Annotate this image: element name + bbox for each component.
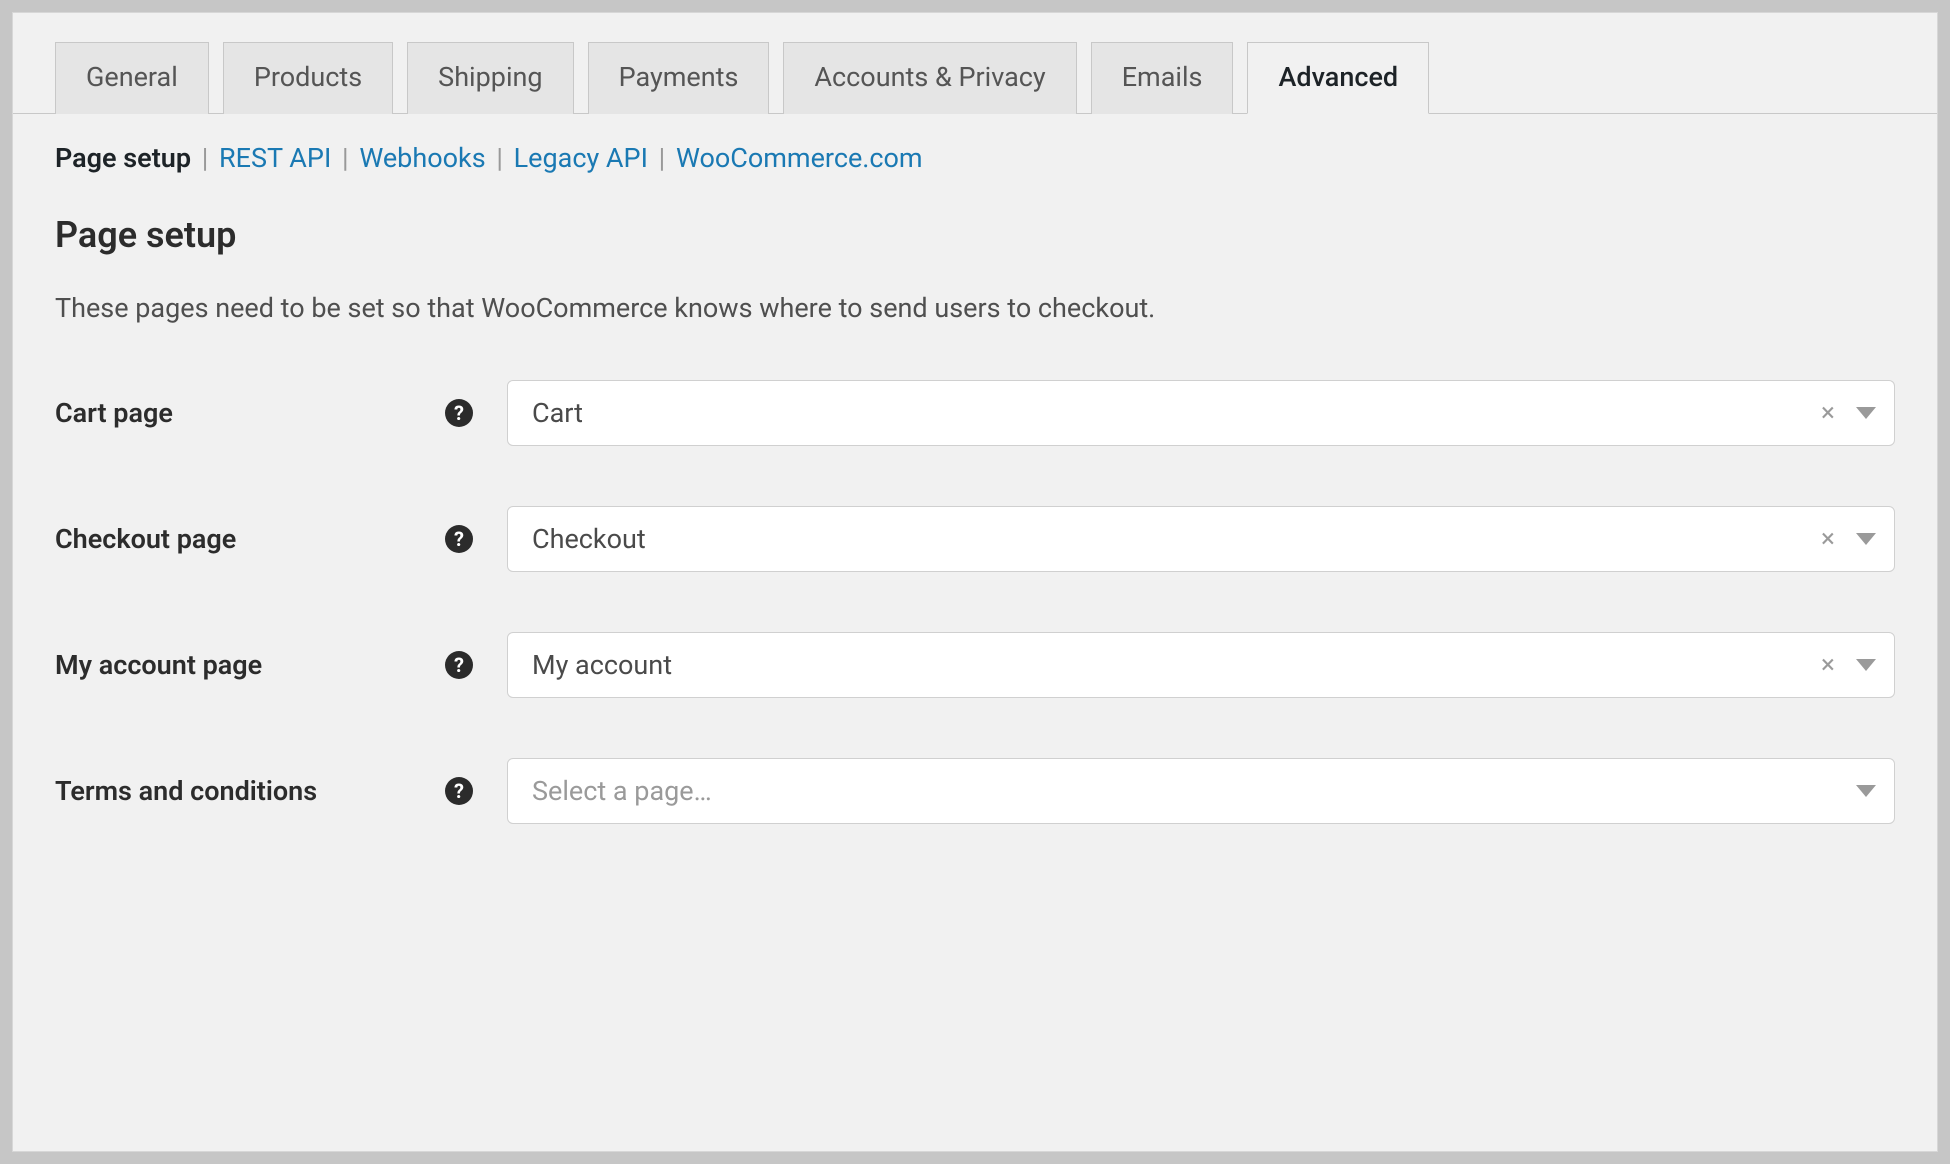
field-label: Terms and conditions: [55, 775, 317, 807]
tab-products[interactable]: Products: [223, 42, 393, 114]
tab-label: Accounts & Privacy: [814, 61, 1045, 93]
field-label: Checkout page: [55, 523, 236, 555]
primary-tabs: General Products Shipping Payments Accou…: [13, 13, 1937, 114]
separator: |: [655, 142, 676, 174]
my-account-page-select[interactable]: My account ×: [507, 632, 1895, 698]
tab-payments[interactable]: Payments: [588, 42, 770, 114]
separator: |: [338, 142, 359, 174]
separator: |: [198, 142, 219, 174]
dropdown-toggle[interactable]: [1848, 533, 1876, 545]
label-wrap: My account page ?: [55, 649, 507, 681]
clear-icon[interactable]: ×: [1808, 524, 1848, 554]
field-label: My account page: [55, 649, 262, 681]
settings-panel: General Products Shipping Payments Accou…: [12, 12, 1938, 1152]
tab-advanced[interactable]: Advanced: [1247, 42, 1429, 114]
tab-accounts-privacy[interactable]: Accounts & Privacy: [783, 42, 1076, 114]
chevron-down-icon: [1856, 659, 1876, 671]
tab-general[interactable]: General: [55, 42, 209, 114]
field-row-cart-page: Cart page ? Cart ×: [55, 380, 1895, 446]
terms-page-select[interactable]: Select a page…: [507, 758, 1895, 824]
tab-label: General: [86, 61, 178, 93]
select-value: Checkout: [532, 523, 1808, 555]
tab-shipping[interactable]: Shipping: [407, 42, 573, 114]
tab-label: Advanced: [1278, 61, 1398, 93]
subnav-link-rest-api[interactable]: REST API: [219, 142, 331, 174]
page-setup-section: Page setup These pages need to be set so…: [13, 174, 1937, 824]
dropdown-toggle[interactable]: [1848, 407, 1876, 419]
tab-label: Shipping: [438, 61, 542, 93]
subnav-link-webhooks[interactable]: Webhooks: [359, 142, 485, 174]
chevron-down-icon: [1856, 785, 1876, 797]
help-icon[interactable]: ?: [445, 777, 473, 805]
field-row-checkout-page: Checkout page ? Checkout ×: [55, 506, 1895, 572]
label-wrap: Checkout page ?: [55, 523, 507, 555]
clear-icon[interactable]: ×: [1808, 398, 1848, 428]
clear-icon[interactable]: ×: [1808, 650, 1848, 680]
dropdown-toggle[interactable]: [1848, 785, 1876, 797]
tab-label: Products: [254, 61, 362, 93]
cart-page-select[interactable]: Cart ×: [507, 380, 1895, 446]
select-value: Cart: [532, 397, 1808, 429]
separator: |: [492, 142, 513, 174]
tab-label: Payments: [619, 61, 739, 93]
chevron-down-icon: [1856, 533, 1876, 545]
label-wrap: Cart page ?: [55, 397, 507, 429]
field-row-my-account-page: My account page ? My account ×: [55, 632, 1895, 698]
chevron-down-icon: [1856, 407, 1876, 419]
subnav-link-woocommerce-com[interactable]: WooCommerce.com: [676, 142, 923, 174]
tab-emails[interactable]: Emails: [1091, 42, 1234, 114]
checkout-page-select[interactable]: Checkout ×: [507, 506, 1895, 572]
subnav-link-legacy-api[interactable]: Legacy API: [514, 142, 648, 174]
field-row-terms-and-conditions: Terms and conditions ? Select a page…: [55, 758, 1895, 824]
dropdown-toggle[interactable]: [1848, 659, 1876, 671]
tab-label: Emails: [1122, 61, 1203, 93]
field-label: Cart page: [55, 397, 173, 429]
section-heading: Page setup: [55, 214, 1895, 256]
help-icon[interactable]: ?: [445, 525, 473, 553]
select-placeholder: Select a page…: [532, 775, 1848, 807]
help-icon[interactable]: ?: [445, 651, 473, 679]
help-icon[interactable]: ?: [445, 399, 473, 427]
select-value: My account: [532, 649, 1808, 681]
subnav-current: Page setup: [55, 142, 191, 174]
section-description: These pages need to be set so that WooCo…: [55, 292, 1895, 324]
label-wrap: Terms and conditions ?: [55, 775, 507, 807]
subnav: Page setup | REST API | Webhooks | Legac…: [13, 114, 1937, 174]
